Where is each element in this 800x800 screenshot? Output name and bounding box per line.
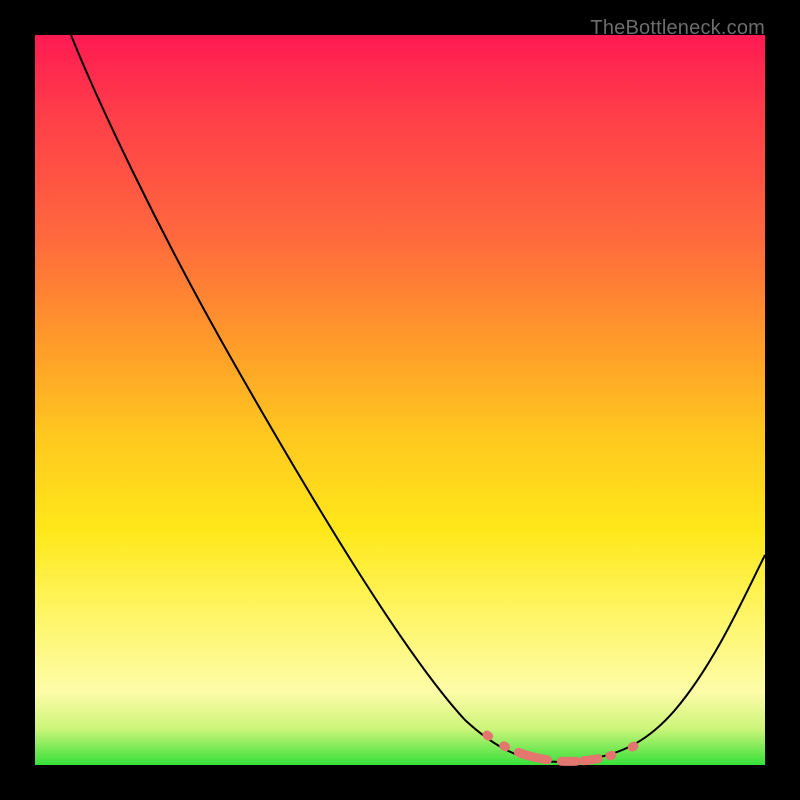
bottleneck-curve bbox=[35, 35, 765, 765]
plot-area bbox=[35, 35, 765, 765]
chart-frame: TheBottleneck.com bbox=[17, 17, 783, 783]
curve-line bbox=[71, 35, 765, 762]
